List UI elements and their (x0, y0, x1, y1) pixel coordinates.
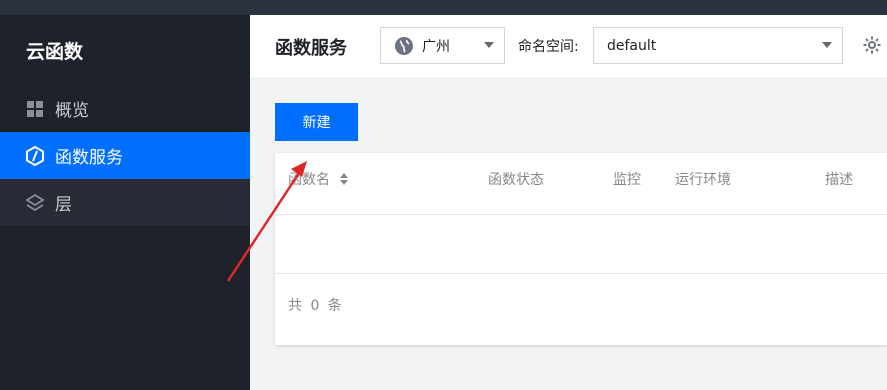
sort-icon[interactable] (340, 173, 348, 185)
column-runtime: 运行环境 (675, 172, 731, 188)
globe-icon (394, 36, 414, 56)
app-title: 云函数 (26, 41, 84, 63)
sidebar: 云函数 概览 函数服务 层 (0, 15, 250, 390)
column-function-name[interactable]: 函数名 (288, 169, 348, 189)
table-header: 函数名 函数状态 监控 运行环境 描述 (275, 153, 887, 215)
grid-icon (25, 99, 45, 119)
region-select[interactable]: 广州 (380, 27, 505, 64)
namespace-value: default (607, 37, 657, 54)
function-table: 函数名 函数状态 监控 运行环境 描述 共 0 条 (275, 153, 887, 345)
table-empty-row (275, 215, 887, 274)
function-icon (25, 145, 45, 166)
sidebar-item-label: 层 (55, 195, 72, 215)
sidebar-item-label: 函数服务 (55, 148, 123, 168)
column-function-status: 函数状态 (488, 172, 544, 188)
page-header: 函数服务 广州 命名空间: default (250, 15, 887, 77)
sidebar-item-overview[interactable]: 概览 (0, 85, 250, 132)
chevron-down-icon (484, 42, 494, 48)
page-title: 函数服务 (275, 38, 347, 59)
top-bar (0, 0, 887, 15)
gear-icon[interactable] (862, 35, 882, 55)
sidebar-nav: 概览 函数服务 层 (0, 85, 250, 226)
sidebar-item-function-service[interactable]: 函数服务 (0, 132, 250, 179)
column-monitor: 监控 (613, 172, 641, 188)
sidebar-item-layers[interactable]: 层 (0, 179, 250, 226)
new-function-button[interactable]: 新建 (275, 103, 358, 141)
namespace-label: 命名空间: (518, 39, 579, 55)
column-description: 描述 (825, 172, 853, 188)
region-value: 广州 (422, 38, 450, 55)
chevron-down-icon (822, 42, 832, 48)
table-total-count: 共 0 条 (288, 298, 344, 314)
column-label: 函数名 (288, 172, 330, 188)
sidebar-item-label: 概览 (55, 101, 89, 121)
namespace-select[interactable]: default (593, 27, 843, 64)
layers-icon (25, 193, 45, 213)
